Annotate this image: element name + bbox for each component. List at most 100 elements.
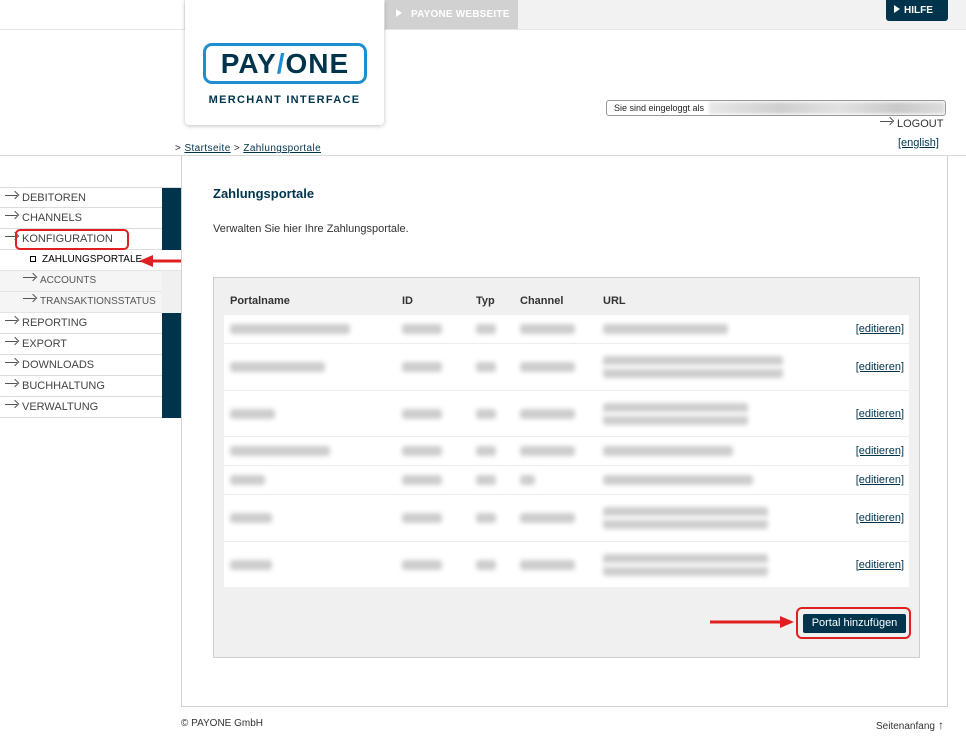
redacted-cell xyxy=(476,324,496,334)
redacted-cell xyxy=(230,559,272,570)
redacted-cell xyxy=(520,475,535,485)
redacted-cell xyxy=(402,475,442,485)
help-button[interactable]: HILFE xyxy=(886,0,948,21)
arrow-right-icon xyxy=(5,359,19,367)
arrow-right-icon xyxy=(5,212,19,220)
sidebar-item-export[interactable]: EXPORT xyxy=(0,334,181,355)
language-link[interactable]: [english] xyxy=(898,137,939,149)
sidebar-item-label: REPORTING xyxy=(22,317,88,329)
redacted-cell xyxy=(603,324,728,334)
sidebar-subitem-label: TRANSAKTIONSSTATUS xyxy=(40,296,156,307)
nav-bar xyxy=(162,188,181,209)
sidebar-subitem-transaktionsstatus[interactable]: TRANSAKTIONSSTATUS xyxy=(0,292,181,313)
redacted-cell xyxy=(230,513,272,523)
edit-link[interactable]: [editieren] xyxy=(856,559,904,571)
square-bullet-icon xyxy=(30,256,36,262)
copyright: © PAYONE GmbH xyxy=(181,718,264,729)
edit-link[interactable]: [editieren] xyxy=(856,445,904,457)
redacted-cell xyxy=(476,408,496,419)
edit-link[interactable]: [editieren] xyxy=(856,474,904,486)
table-row: [editieren] xyxy=(224,466,909,495)
breadcrumb-zahlungsportale[interactable]: Zahlungsportale xyxy=(243,143,321,154)
redacted-cell xyxy=(230,408,275,419)
sidebar-subitem-label: ACCOUNTS xyxy=(40,275,97,286)
redacted-cell xyxy=(520,408,575,419)
redacted-cell xyxy=(603,475,753,485)
back-to-top-link[interactable]: Seitenanfang ↑ xyxy=(876,718,944,732)
redacted-cell xyxy=(402,559,442,570)
table-row: [editieren] xyxy=(224,391,909,437)
redacted-cell xyxy=(476,475,496,485)
play-icon xyxy=(396,9,402,17)
portal-table-panel: Portalname ID Typ Channel URL [editieren… xyxy=(213,277,920,658)
intro-text: Verwalten Sie hier Ihre Zahlungsportale. xyxy=(213,223,409,235)
arrow-right-icon xyxy=(5,338,19,346)
arrow-right-icon xyxy=(5,380,19,388)
sidebar-item-label: EXPORT xyxy=(22,338,68,350)
redacted-cell xyxy=(402,513,442,523)
username-redacted xyxy=(709,102,945,114)
red-arrow-right-icon xyxy=(710,616,794,628)
sidebar: DEBITOREN CHANNELS KONFIGURATION ZAHLUNG… xyxy=(0,187,181,418)
arrow-right-icon xyxy=(880,118,894,126)
logo-frame: PAY/ONE xyxy=(203,43,367,84)
logo-wordmark: PAY/ONE xyxy=(206,46,364,81)
page-title: Zahlungsportale xyxy=(213,186,315,201)
redacted-cell xyxy=(230,475,265,485)
main-content: Zahlungsportale Verwalten Sie hier Ihre … xyxy=(181,156,948,707)
table-row: [editieren] xyxy=(224,542,909,587)
sidebar-item-label: VERWALTUNG xyxy=(22,401,99,413)
logout-label: LOGOUT xyxy=(897,118,944,130)
nav-bar xyxy=(162,208,181,229)
table-header: Portalname ID Typ Channel URL xyxy=(230,295,910,315)
nav-bar xyxy=(162,334,181,355)
breadcrumb-startseite[interactable]: Startseite xyxy=(184,143,230,154)
nav-bar xyxy=(162,271,181,292)
redacted-cell xyxy=(476,446,496,456)
sidebar-item-debitoren[interactable]: DEBITOREN xyxy=(0,187,181,209)
logout-link[interactable]: LOGOUT xyxy=(880,118,943,130)
redacted-cell xyxy=(476,559,496,570)
nav-bar xyxy=(162,376,181,397)
sidebar-item-label: CHANNELS xyxy=(22,212,82,224)
redacted-cell xyxy=(476,362,496,372)
redacted-cell xyxy=(520,446,575,456)
table-row: [editieren] xyxy=(224,315,909,344)
sidebar-item-downloads[interactable]: DOWNLOADS xyxy=(0,355,181,376)
sidebar-item-channels[interactable]: CHANNELS xyxy=(0,208,181,229)
redacted-cell xyxy=(603,553,768,576)
edit-link[interactable]: [editieren] xyxy=(856,512,904,524)
redacted-cell xyxy=(603,446,733,456)
redacted-cell xyxy=(402,362,442,372)
edit-link[interactable]: [editieren] xyxy=(856,408,904,420)
arrow-right-icon xyxy=(5,192,19,200)
nav-bar xyxy=(162,229,181,250)
column-header-url: URL xyxy=(603,295,626,307)
table-row: [editieren] xyxy=(224,344,909,391)
sidebar-item-buchhaltung[interactable]: BUCHHALTUNG xyxy=(0,376,181,397)
redacted-cell xyxy=(603,356,783,378)
arrow-up-icon: ↑ xyxy=(937,718,944,732)
logo[interactable]: PAY/ONE MERCHANT INTERFACE xyxy=(185,0,384,125)
logo-slash: / xyxy=(276,48,286,79)
sidebar-subitem-accounts[interactable]: ACCOUNTS xyxy=(0,271,181,292)
sidebar-item-reporting[interactable]: REPORTING xyxy=(0,313,181,334)
login-label: Sie sind eingeloggt als xyxy=(614,103,705,113)
sidebar-item-label: DOWNLOADS xyxy=(22,359,95,371)
logo-part: ONE xyxy=(285,48,350,79)
redacted-cell xyxy=(230,324,350,334)
redacted-cell xyxy=(402,324,442,334)
arrow-right-icon xyxy=(23,295,37,303)
sidebar-item-verwaltung[interactable]: VERWALTUNG xyxy=(0,397,181,418)
nav-bar xyxy=(162,313,181,334)
nav-bar xyxy=(162,292,181,313)
sidebar-subitem-label: ZAHLUNGSPORTALE xyxy=(42,254,143,265)
redacted-cell xyxy=(603,402,748,425)
add-portal-button[interactable]: Portal hinzufügen xyxy=(803,614,906,633)
website-tab[interactable]: PAYONE WEBSEITE xyxy=(385,0,518,29)
arrow-right-icon xyxy=(5,401,19,409)
edit-link[interactable]: [editieren] xyxy=(856,323,904,335)
portal-rows: [editieren] [editieren] [editieren] [edi… xyxy=(224,315,909,587)
redacted-cell xyxy=(230,446,330,456)
edit-link[interactable]: [editieren] xyxy=(856,361,904,373)
